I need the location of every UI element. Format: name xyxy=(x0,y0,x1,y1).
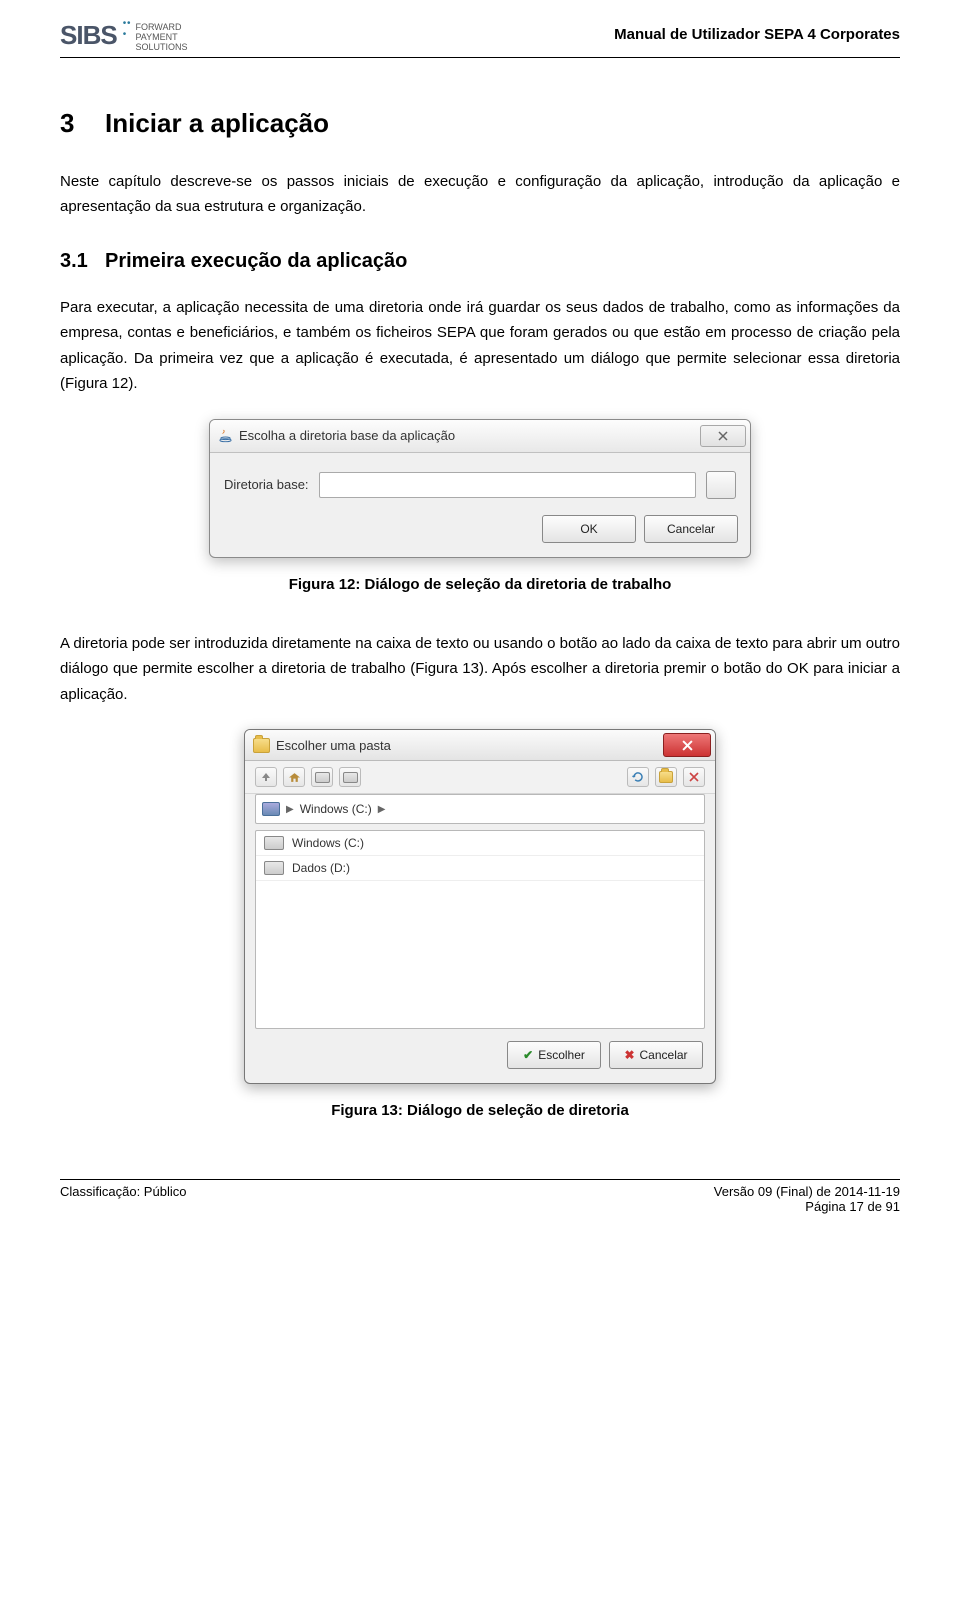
section-number: 3 xyxy=(60,108,105,139)
close-button[interactable] xyxy=(700,425,746,447)
drive-list: Windows (C:) Dados (D:) xyxy=(255,830,705,1029)
drive-icon xyxy=(343,772,358,783)
dialog-title-text: Escolha a diretoria base da aplicação xyxy=(239,428,455,443)
drive-icon xyxy=(315,772,330,783)
cancel-button[interactable]: Cancelar xyxy=(644,515,738,543)
figure-12: Escolha a diretoria base da aplicação Di… xyxy=(60,419,900,558)
refresh-icon xyxy=(632,771,644,783)
subsection-heading: 3.1Primeira execução da aplicação xyxy=(60,250,900,273)
figure-13-caption: Figura 13: Diálogo de seleção de diretor… xyxy=(60,1102,900,1119)
page-footer: Classificação: Público Versão 09 (Final)… xyxy=(60,1179,900,1214)
drive-button-1[interactable] xyxy=(311,767,333,787)
java-icon xyxy=(218,428,233,443)
section-title: Iniciar a aplicação xyxy=(105,108,329,138)
directory-input[interactable] xyxy=(319,472,696,498)
paragraph-intro: Neste capítulo descreve-se os passos ini… xyxy=(60,169,900,220)
figure-13: Escolher uma pasta xyxy=(60,729,900,1084)
home-icon xyxy=(289,772,300,783)
close-icon xyxy=(718,431,728,441)
subsection-title: Primeira execução da aplicação xyxy=(105,250,407,272)
paragraph-body-2: A diretoria pode ser introduzida diretam… xyxy=(60,631,900,708)
paragraph-body-1: Para executar, a aplicação necessita de … xyxy=(60,295,900,397)
dialog-folder-chooser: Escolher uma pasta xyxy=(244,729,716,1084)
dialog-title-text: Escolher uma pasta xyxy=(276,738,391,753)
computer-icon xyxy=(262,802,280,816)
folder-plus-icon xyxy=(659,771,673,783)
breadcrumb-item: Windows (C:) xyxy=(300,802,372,816)
choose-button[interactable]: ✔ Escolher xyxy=(507,1041,601,1069)
dialog-choose-base-dir: Escolha a diretoria base da aplicação Di… xyxy=(209,419,751,558)
choose-label: Escolher xyxy=(538,1048,585,1062)
chevron-right-icon: ▶ xyxy=(378,804,386,815)
list-item[interactable]: Windows (C:) xyxy=(256,831,704,856)
delete-button[interactable] xyxy=(683,767,705,787)
browse-button[interactable] xyxy=(706,471,736,499)
doc-title: Manual de Utilizador SEPA 4 Corporates xyxy=(614,26,900,43)
cancel-button[interactable]: ✖ Cancelar xyxy=(609,1041,703,1069)
logo-dots-icon: • •• xyxy=(123,18,130,40)
drive-icon xyxy=(264,836,284,850)
footer-version: Versão 09 (Final) de 2014-11-19 xyxy=(714,1184,900,1199)
dialog-toolbar xyxy=(245,761,715,794)
directory-label: Diretoria base: xyxy=(224,477,309,492)
logo-text: SIBS xyxy=(60,20,117,51)
section-heading: 3Iniciar a aplicação xyxy=(60,108,900,139)
dialog-titlebar: Escolha a diretoria base da aplicação xyxy=(210,420,750,453)
chevron-right-icon: ▶ xyxy=(286,804,294,815)
cancel-label: Cancelar xyxy=(640,1048,688,1062)
footer-page: Página 17 de 91 xyxy=(714,1199,900,1214)
list-item[interactable]: Dados (D:) xyxy=(256,856,704,881)
check-icon: ✔ xyxy=(523,1048,533,1062)
logo-tagline: FORWARD PAYMENT SOLUTIONS xyxy=(135,23,187,53)
figure-12-caption: Figura 12: Diálogo de seleção da diretor… xyxy=(60,576,900,593)
x-icon xyxy=(689,772,699,782)
up-button[interactable] xyxy=(255,767,277,787)
arrow-up-icon xyxy=(261,772,271,782)
close-button[interactable] xyxy=(663,733,711,757)
home-button[interactable] xyxy=(283,767,305,787)
refresh-button[interactable] xyxy=(627,767,649,787)
close-icon xyxy=(682,740,693,751)
subsection-number: 3.1 xyxy=(60,250,105,273)
footer-classification: Classificação: Público xyxy=(60,1184,186,1214)
drive-label: Dados (D:) xyxy=(292,861,350,875)
drive-label: Windows (C:) xyxy=(292,836,364,850)
logo: SIBS • •• FORWARD PAYMENT SOLUTIONS xyxy=(60,20,187,53)
folder-icon xyxy=(253,738,270,753)
x-icon: ✖ xyxy=(624,1048,634,1062)
page-header: SIBS • •• FORWARD PAYMENT SOLUTIONS Manu… xyxy=(60,20,900,58)
ok-button[interactable]: OK xyxy=(542,515,636,543)
dialog-titlebar: Escolher uma pasta xyxy=(245,730,715,761)
drive-icon xyxy=(264,861,284,875)
new-folder-button[interactable] xyxy=(655,767,677,787)
drive-button-2[interactable] xyxy=(339,767,361,787)
breadcrumb[interactable]: ▶ Windows (C:) ▶ xyxy=(255,794,705,824)
